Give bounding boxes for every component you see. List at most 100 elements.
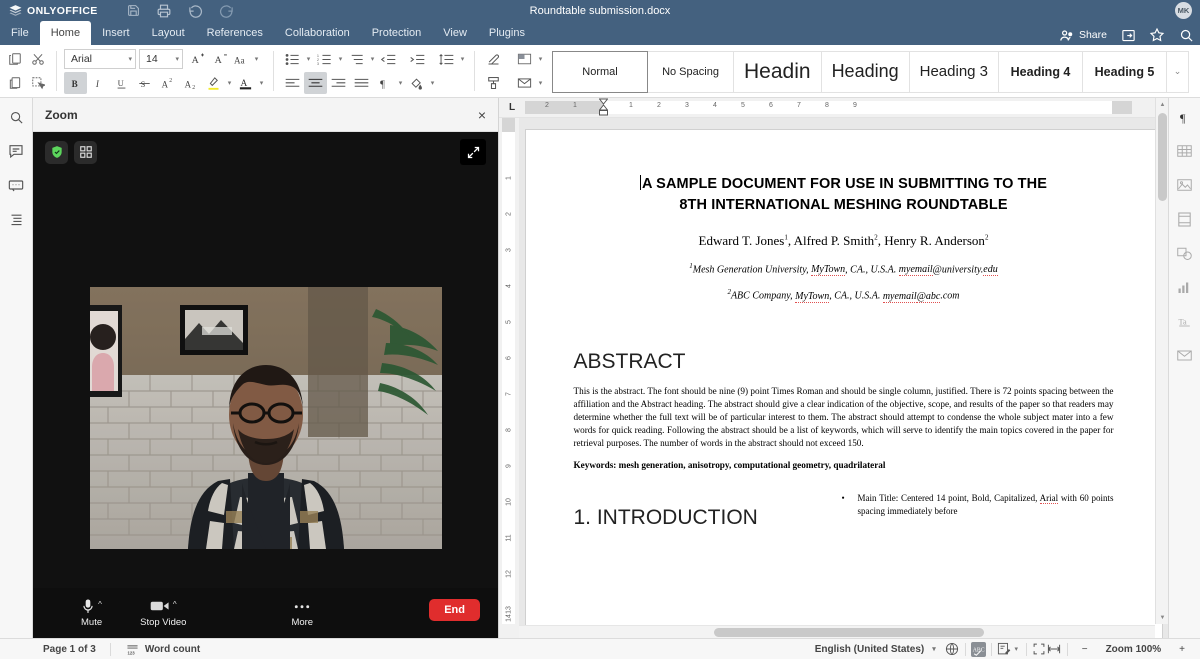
favorite-star-icon[interactable] (1149, 27, 1165, 43)
align-left-icon[interactable] (281, 72, 304, 94)
decrease-indent-icon[interactable] (377, 48, 400, 70)
word-count-button[interactable]: 123 Word count (116, 639, 209, 659)
tab-view[interactable]: View (432, 21, 478, 45)
align-right-icon[interactable] (327, 72, 350, 94)
tab-stop-selector[interactable]: L (499, 98, 525, 118)
clear-formatting-icon[interactable] (482, 48, 505, 70)
comment-icon[interactable] (6, 141, 26, 161)
undo-icon[interactable] (188, 3, 203, 18)
spellcheck-icon[interactable]: ABC (971, 642, 986, 657)
tab-plugins[interactable]: Plugins (478, 21, 536, 45)
increase-indent-icon[interactable] (406, 48, 429, 70)
zoom-out-button[interactable]: − (1073, 639, 1097, 659)
zoom-in-button[interactable]: + (1170, 639, 1194, 659)
style-normal[interactable]: Normal (552, 51, 648, 93)
decrease-font-size-icon[interactable]: A (209, 48, 232, 70)
style-heading-2[interactable]: Heading (822, 51, 910, 93)
line-spacing-caret-icon[interactable]: ▾ (458, 55, 467, 63)
style-heading-3[interactable]: Heading 3 (910, 51, 999, 93)
document-page[interactable]: A SAMPLE DOCUMENT FOR USE IN SUBMITTING … (526, 130, 1162, 638)
paste-icon[interactable] (3, 72, 26, 94)
multilevel-list-icon[interactable] (345, 48, 368, 70)
shape-settings-icon[interactable] (1175, 243, 1195, 263)
highlight-caret-icon[interactable]: ▾ (225, 79, 234, 87)
strikethrough-icon[interactable]: S (133, 72, 156, 94)
horizontal-scrollbar-thumb[interactable] (714, 628, 984, 637)
bold-icon[interactable]: B (64, 72, 87, 94)
indent-marker-icon[interactable] (599, 98, 608, 116)
chat-icon[interactable] (6, 175, 26, 195)
share-button[interactable]: Share (1059, 27, 1107, 43)
zoom-level-label[interactable]: Zoom 100% (1097, 639, 1171, 659)
change-case-caret-icon[interactable]: ▾ (252, 55, 261, 63)
bullet-list-icon[interactable] (281, 48, 304, 70)
font-name-combo[interactable]: Arial ▾ (64, 49, 136, 69)
change-case-icon[interactable]: Aa (232, 48, 252, 70)
language-selector[interactable]: English (United States) ▾ (806, 639, 945, 659)
stop-video-button[interactable]: ^ Stop Video (140, 598, 186, 628)
paragraph-settings-icon[interactable]: ¶ (1175, 107, 1195, 127)
increase-font-size-icon[interactable]: A (186, 48, 209, 70)
line-spacing-icon[interactable] (435, 48, 458, 70)
underline-icon[interactable]: U (110, 72, 133, 94)
italic-icon[interactable]: I (87, 72, 110, 94)
image-settings-icon[interactable] (1175, 175, 1195, 195)
chart-settings-icon[interactable] (1175, 277, 1195, 297)
borders-caret-icon[interactable]: ▾ (536, 55, 545, 63)
video-options-caret-icon[interactable]: ^ (173, 600, 177, 609)
mute-button[interactable]: ^ Mute (81, 598, 102, 628)
page-indicator[interactable]: Page 1 of 3 (34, 639, 105, 659)
save-icon[interactable] (126, 3, 141, 18)
more-button[interactable]: More (291, 598, 313, 628)
formatting-marks-caret-icon[interactable]: ▾ (396, 79, 405, 87)
mail-merge-icon[interactable] (513, 72, 536, 94)
font-color-icon[interactable]: A (234, 72, 257, 94)
font-color-caret-icon[interactable]: ▾ (257, 79, 266, 87)
tab-file[interactable]: File (0, 21, 40, 45)
style-heading-5[interactable]: Heading 5 (1083, 51, 1167, 93)
cut-icon[interactable] (26, 48, 49, 70)
table-settings-icon[interactable] (1175, 141, 1195, 161)
font-size-combo[interactable]: 14 ▾ (139, 49, 183, 69)
style-heading-4[interactable]: Heading 4 (999, 51, 1083, 93)
subscript-icon[interactable]: A2 (179, 72, 202, 94)
multilevel-caret-icon[interactable]: ▾ (368, 55, 377, 63)
track-changes-caret-icon[interactable]: ▾ (1012, 645, 1021, 653)
expand-arrows-icon[interactable] (460, 139, 486, 165)
redo-icon[interactable] (219, 3, 234, 18)
borders-icon[interactable] (513, 48, 536, 70)
horizontal-ruler[interactable]: 2 1 1 2 3 4 5 6 7 8 9 (525, 101, 1132, 114)
scroll-down-icon[interactable]: ▼ (1156, 611, 1168, 624)
align-center-icon[interactable] (304, 72, 327, 94)
security-shield-icon[interactable] (45, 141, 68, 164)
tab-collaboration[interactable]: Collaboration (274, 21, 361, 45)
search-icon[interactable] (1178, 27, 1194, 43)
open-file-location-icon[interactable] (1120, 27, 1136, 43)
text-art-settings-icon[interactable]: Ta (1175, 311, 1195, 331)
mute-options-caret-icon[interactable]: ^ (98, 600, 102, 609)
tab-protection[interactable]: Protection (361, 21, 433, 45)
copy-icon[interactable] (3, 48, 26, 70)
style-heading-1[interactable]: Headin (734, 51, 822, 93)
format-painter-icon[interactable] (482, 72, 505, 94)
search-icon[interactable] (6, 107, 26, 127)
fit-width-icon[interactable] (1047, 642, 1062, 657)
bullet-list-caret-icon[interactable]: ▾ (304, 55, 313, 63)
style-gallery-expand-icon[interactable]: ⌄ (1167, 51, 1189, 93)
copy-style-icon[interactable] (26, 72, 49, 94)
show-formatting-marks-icon[interactable]: ¶ (373, 72, 396, 94)
vertical-scrollbar-thumb[interactable] (1158, 118, 1167, 201)
print-icon[interactable] (157, 3, 172, 18)
vertical-scrollbar[interactable]: ▲ ▼ (1155, 118, 1168, 624)
navigation-icon[interactable] (6, 209, 26, 229)
language-globe-icon[interactable] (945, 642, 960, 657)
numbered-list-icon[interactable]: 123 (313, 48, 336, 70)
avatar[interactable]: MK (1175, 2, 1192, 19)
vertical-ruler[interactable]: 1 2 3 4 5 6 7 8 9 10 11 12 13 14 (499, 118, 519, 638)
mail-merge-caret-icon[interactable]: ▾ (536, 79, 545, 87)
tab-home[interactable]: Home (40, 21, 91, 45)
horizontal-scrollbar[interactable] (519, 625, 1155, 638)
tab-insert[interactable]: Insert (91, 21, 141, 45)
tab-references[interactable]: References (196, 21, 274, 45)
participant-video-tile[interactable]: Mike (90, 287, 442, 549)
